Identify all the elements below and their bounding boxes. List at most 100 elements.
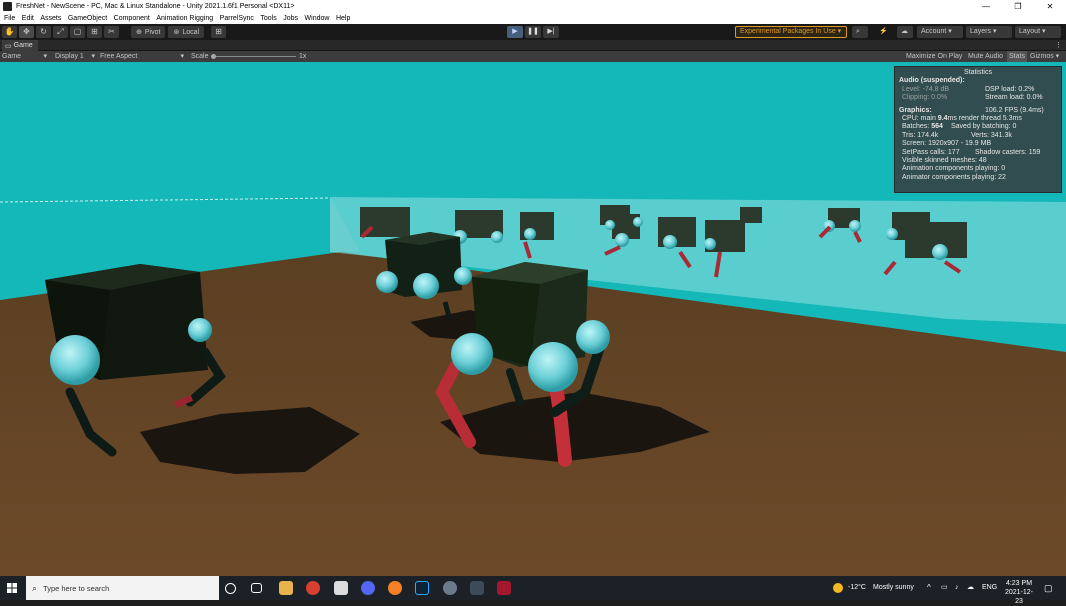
cpu-suffix: ms render thread 5.3ms bbox=[947, 115, 1022, 123]
chrome-icon[interactable] bbox=[306, 581, 320, 595]
menu-tools[interactable]: Tools bbox=[260, 15, 276, 22]
layout-dropdown[interactable]: Layout ▾ bbox=[1015, 26, 1061, 38]
weather-sun-icon[interactable] bbox=[833, 583, 843, 593]
rider-icon[interactable] bbox=[497, 581, 511, 595]
scale-tool-icon[interactable]: ⤢ bbox=[53, 26, 68, 38]
scale-slider-handle[interactable] bbox=[211, 54, 216, 59]
minimize-button[interactable]: — bbox=[970, 0, 1002, 13]
setpass-readout: SetPass calls: 177 bbox=[902, 148, 960, 156]
tab-game-label: Game bbox=[13, 42, 33, 49]
view-select[interactable]: Game ▾ bbox=[2, 51, 49, 62]
skinned-meshes-readout: Visible skinned meshes: 48 bbox=[902, 157, 987, 165]
stream-load: Stream load: 0.0% bbox=[985, 94, 1043, 102]
menu-component[interactable]: Component bbox=[114, 15, 150, 22]
maximize-on-play-toggle[interactable]: Maximize On Play bbox=[906, 51, 962, 62]
discord-icon[interactable] bbox=[361, 581, 375, 595]
graphics-header: Graphics: bbox=[899, 106, 932, 114]
weather-temp[interactable]: -12°C bbox=[848, 578, 866, 598]
unity-editor-icon[interactable] bbox=[470, 581, 484, 595]
statistics-panel: Statistics Audio (suspended): Level: -74… bbox=[894, 66, 1062, 193]
scale-label: Scale bbox=[191, 53, 209, 60]
grid-snap-icon[interactable]: ⊞ bbox=[211, 26, 227, 38]
step-button[interactable]: ▶| bbox=[543, 26, 559, 38]
hand-tool-icon[interactable]: ✋ bbox=[2, 26, 17, 38]
tab-game[interactable]: ▭ Game bbox=[2, 40, 38, 51]
local-label: Local bbox=[182, 28, 200, 36]
account-dropdown[interactable]: Account ▾ bbox=[917, 26, 963, 38]
experimental-packages-dropdown[interactable]: Experimental Packages In Use ▾ bbox=[735, 26, 847, 38]
statistics-title: Statistics bbox=[963, 69, 992, 76]
tray-chevron-icon[interactable]: ^ bbox=[927, 578, 931, 598]
unity-logo-icon bbox=[3, 2, 12, 11]
fps-readout: 106.2 FPS (9.4ms) bbox=[985, 106, 1044, 114]
pivot-label: Pivot bbox=[144, 28, 161, 36]
volume-icon[interactable]: ♪ bbox=[955, 578, 959, 598]
menu-help[interactable]: Help bbox=[336, 15, 350, 22]
menu-assets[interactable]: Assets bbox=[40, 15, 61, 22]
task-view-icon[interactable] bbox=[251, 583, 262, 593]
pause-button[interactable]: ❚❚ bbox=[525, 26, 541, 38]
account-label: Account bbox=[921, 28, 947, 35]
search-icon[interactable]: ⌕ bbox=[852, 26, 868, 38]
weather-desc[interactable]: Mostly sunny bbox=[873, 578, 914, 598]
rotate-tool-icon[interactable]: ↻ bbox=[36, 26, 51, 38]
app-icon[interactable] bbox=[443, 581, 457, 595]
scale-slider[interactable] bbox=[212, 56, 296, 57]
move-tool-icon[interactable]: ✥ bbox=[19, 26, 34, 38]
menu-file[interactable]: File bbox=[4, 15, 15, 22]
maximize-button[interactable]: ❐ bbox=[1002, 0, 1034, 13]
language-indicator[interactable]: ENG bbox=[982, 578, 997, 598]
panel-menu-icon[interactable]: ⋮ bbox=[1055, 40, 1062, 51]
windows-start-button[interactable] bbox=[0, 576, 24, 600]
stats-toggle[interactable]: Stats bbox=[1007, 51, 1027, 62]
menu-edit[interactable]: Edit bbox=[22, 15, 34, 22]
close-button[interactable]: ✕ bbox=[1034, 0, 1066, 13]
animator-components-readout: Animator components playing: 22 bbox=[902, 173, 1006, 181]
onedrive-icon[interactable]: ☁ bbox=[967, 578, 974, 598]
clock-time: 4:23 PM bbox=[1005, 580, 1033, 587]
display-select[interactable]: Display 1 ▾ bbox=[55, 51, 97, 62]
aspect-select[interactable]: Free Aspect ▾ bbox=[100, 51, 186, 62]
audio-header: Audio (suspended): bbox=[899, 77, 965, 85]
mute-audio-toggle[interactable]: Mute Audio bbox=[968, 51, 1003, 62]
play-button[interactable]: ▶ bbox=[507, 26, 523, 38]
taskbar-search-box[interactable]: ⌕ Type here to search bbox=[26, 576, 219, 600]
layers-dropdown[interactable]: Layers ▾ bbox=[966, 26, 1012, 38]
clock[interactable]: 4:23 PM 2021-12-23 bbox=[1002, 578, 1036, 605]
file-explorer-icon[interactable] bbox=[279, 581, 293, 595]
verts-readout: Verts: 341.3k bbox=[971, 131, 1012, 139]
local-toggle[interactable]: ⊛ Local bbox=[168, 26, 205, 38]
blender-icon[interactable] bbox=[388, 581, 402, 595]
menu-window[interactable]: Window bbox=[305, 15, 330, 22]
collab-icon[interactable]: ⚡ bbox=[875, 26, 891, 38]
aspect-select-label: Free Aspect bbox=[100, 53, 138, 60]
clock-date: 2021-12-23 bbox=[1004, 589, 1034, 605]
menu-gameobject[interactable]: GameObject bbox=[68, 15, 107, 22]
pivot-toggle[interactable]: ⊕ Pivot bbox=[131, 26, 166, 38]
network-icon[interactable]: ▭ bbox=[941, 578, 948, 598]
taskbar-search-placeholder: Type here to search bbox=[43, 583, 110, 593]
notifications-icon[interactable]: ▢ bbox=[1044, 578, 1053, 598]
menu-parrelsync[interactable]: ParrelSync bbox=[220, 15, 254, 22]
local-icon: ⊛ bbox=[173, 29, 180, 36]
cpu-readout: CPU: main 9.4ms render thread 5.3ms bbox=[899, 115, 1057, 123]
menu-jobs[interactable]: Jobs bbox=[283, 15, 298, 22]
gizmos-dropdown[interactable]: Gizmos ▾ bbox=[1030, 51, 1059, 62]
shadow-casters-readout: Shadow casters: 159 bbox=[975, 148, 1041, 156]
cloud-icon[interactable]: ☁ bbox=[897, 26, 913, 38]
experimental-label: Experimental Packages In Use bbox=[740, 28, 836, 35]
display-select-label: Display 1 bbox=[55, 53, 84, 60]
cpu-main-value: 9.4 bbox=[937, 115, 948, 123]
layers-label: Layers bbox=[970, 28, 992, 35]
unity-hub-icon[interactable] bbox=[334, 581, 348, 595]
layout-label: Layout bbox=[1019, 28, 1041, 35]
cortana-icon[interactable] bbox=[225, 583, 236, 594]
game-view-toolbar: Game ▾ Display 1 ▾ Free Aspect ▾ Scale 1x M… bbox=[0, 51, 1066, 62]
custom-tool-icon[interactable]: ✂ bbox=[104, 26, 119, 38]
menu-animation-rigging[interactable]: Animation Rigging bbox=[156, 15, 213, 22]
rect-tool-icon[interactable]: ▢ bbox=[70, 26, 85, 38]
tris-readout: Tris: 174.4k bbox=[902, 131, 939, 139]
pivot-icon: ⊕ bbox=[136, 29, 142, 36]
transform-tool-icon[interactable]: ⊞ bbox=[87, 26, 102, 38]
photoshop-icon[interactable] bbox=[415, 581, 429, 595]
